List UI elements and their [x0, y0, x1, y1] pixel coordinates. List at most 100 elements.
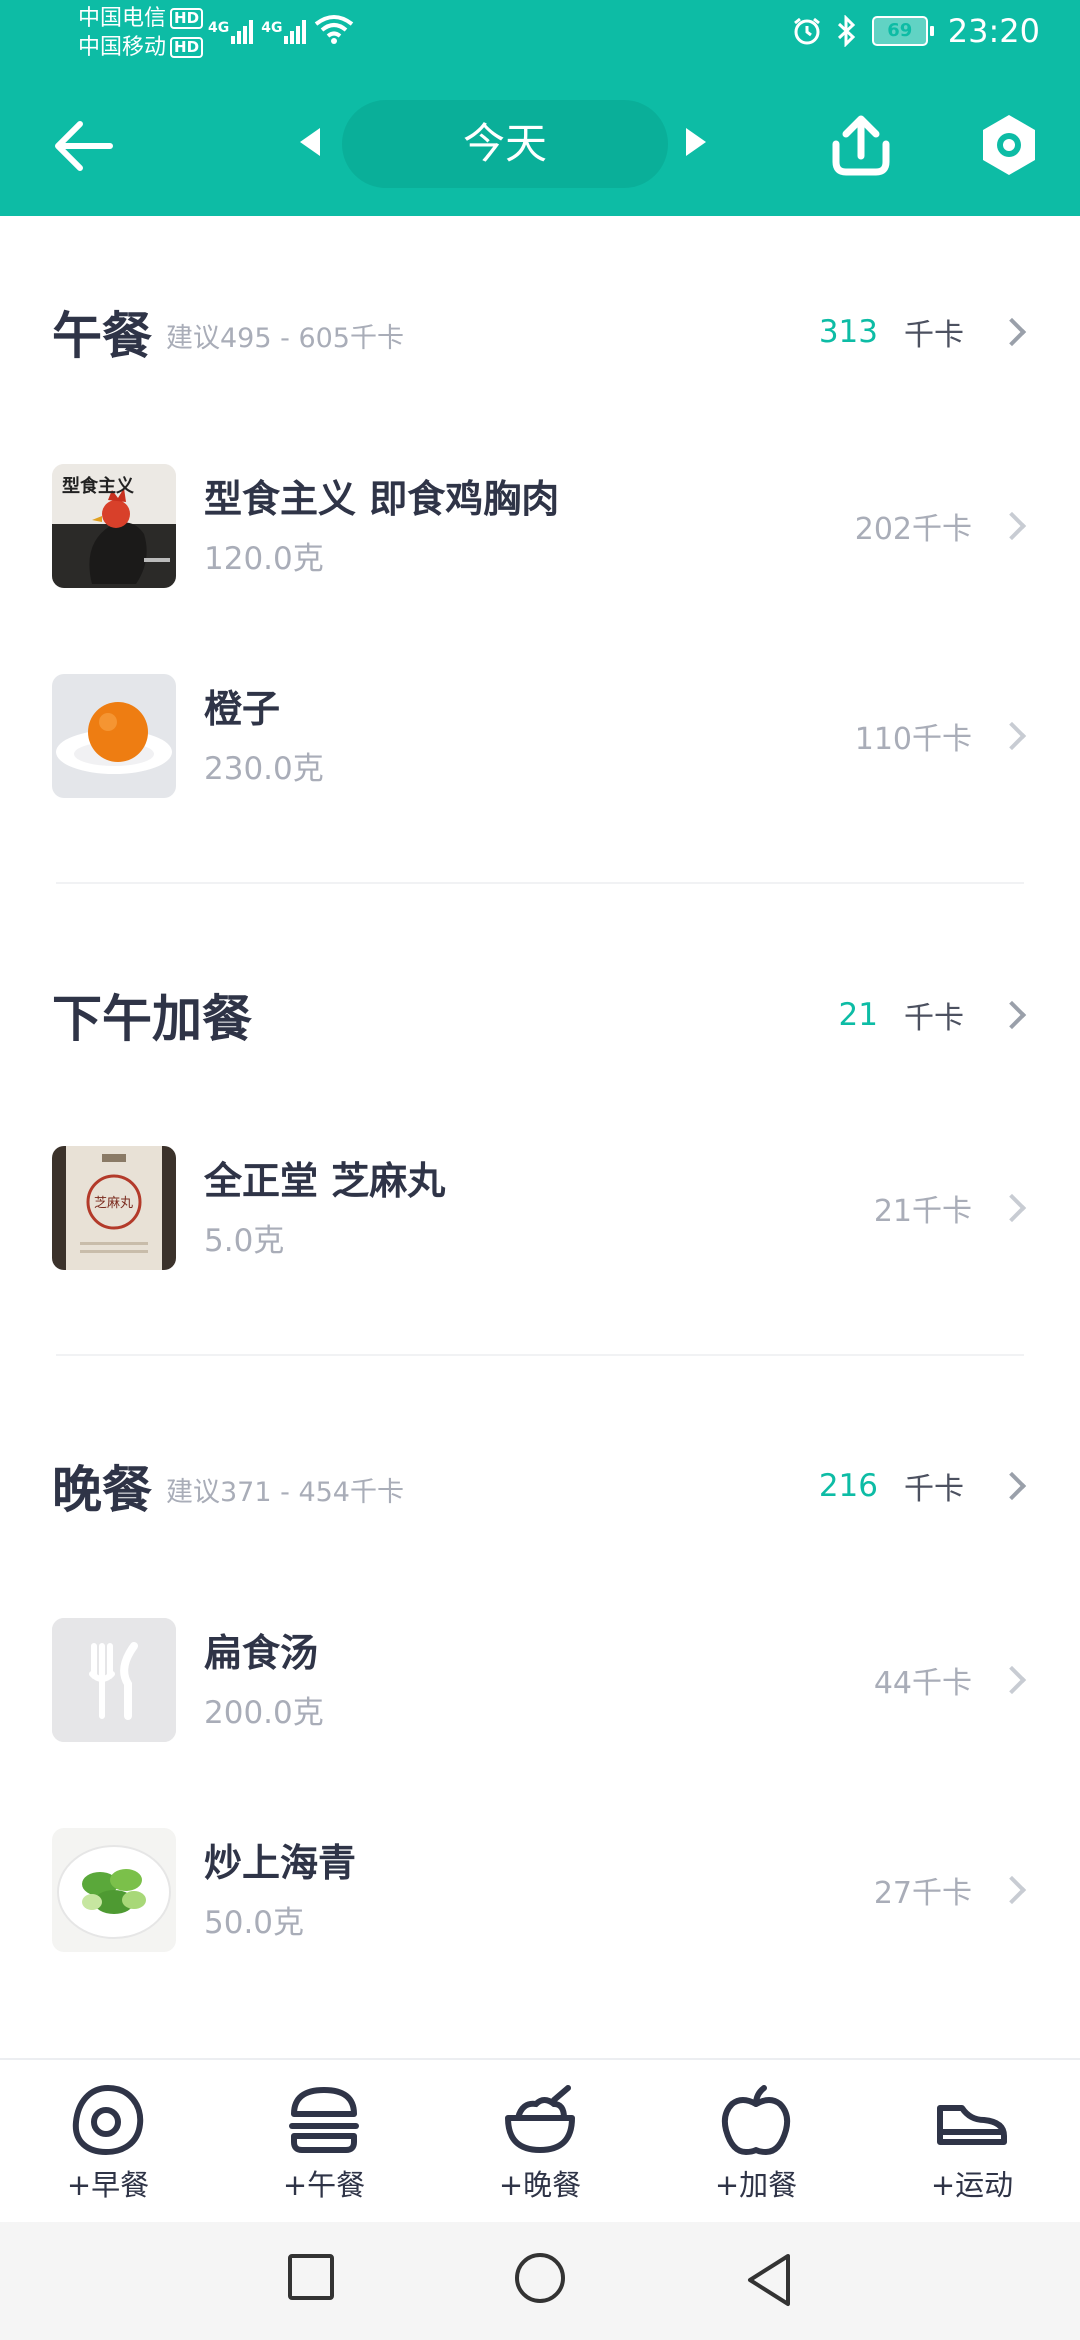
- food-text: 全正堂 芝麻丸 5.0克: [204, 1157, 445, 1260]
- food-amount: 50.0克: [204, 1904, 305, 1941]
- food-text: 炒上海青 50.0克: [204, 1839, 356, 1942]
- back-nav-icon[interactable]: [744, 2252, 794, 2308]
- meal-advice: 建议495 - 605千卡: [166, 322, 404, 354]
- food-kcal-value: 21千卡: [873, 1194, 972, 1229]
- next-day-button[interactable]: [686, 128, 706, 156]
- meal-total-value: 216: [818, 1468, 878, 1504]
- food-thumbnail: [52, 1618, 176, 1742]
- add-snack-button[interactable]: +加餐: [648, 2060, 864, 2224]
- battery-icon: 69: [871, 16, 934, 46]
- chevron-right-icon: [997, 1193, 1027, 1223]
- burger-icon: [289, 2087, 359, 2153]
- action-label: +午餐: [282, 2168, 366, 2202]
- signal-indicators: 4G 4G: [208, 14, 354, 44]
- food-calories: 44千卡: [874, 1658, 1032, 1702]
- add-exercise-button[interactable]: +运动: [864, 2060, 1080, 2224]
- food-amount: 200.0克: [204, 1694, 324, 1731]
- meal-title: 晚餐: [52, 1461, 152, 1519]
- signal-icon: 4G: [208, 20, 254, 44]
- food-name: 全正堂 芝麻丸: [204, 1158, 446, 1203]
- chevron-right-icon: [997, 1000, 1027, 1030]
- meal-total-unit: 千卡: [904, 318, 964, 353]
- add-breakfast-button[interactable]: +早餐: [0, 2060, 216, 2224]
- food-item[interactable]: 扁食汤 200.0克 44千卡: [52, 1616, 1032, 1744]
- previous-day-button[interactable]: [300, 128, 320, 156]
- net-type-2: 4G: [261, 20, 283, 36]
- status-right: 69 23:20: [792, 12, 1040, 50]
- food-text: 橙子 230.0克: [204, 685, 324, 788]
- carrier-info: 中国电信 HD 中国移动 HD: [78, 4, 204, 62]
- meal-total: 21 千卡: [839, 993, 1032, 1037]
- food-item[interactable]: 炒上海青 50.0克 27千卡: [52, 1826, 1032, 1954]
- chevron-right-icon: [997, 1875, 1027, 1905]
- recent-apps-icon[interactable]: [286, 2252, 336, 2302]
- food-name: 型食主义 即食鸡胸肉: [204, 476, 560, 521]
- action-label: +运动: [930, 2168, 1014, 2202]
- apple-icon: [721, 2085, 791, 2155]
- meal-total-value: 21: [838, 997, 878, 1033]
- settings-icon[interactable]: [976, 112, 1042, 178]
- food-kcal-value: 44千卡: [873, 1666, 972, 1701]
- action-label: +早餐: [66, 2168, 150, 2202]
- egg-icon: [72, 2084, 144, 2156]
- food-kcal-value: 202千卡: [854, 512, 972, 547]
- status-bar: 中国电信 HD 中国移动 HD 4G 4G 69 23:20: [0, 0, 1080, 80]
- food-thumbnail: [52, 1828, 176, 1952]
- food-calories: 27千卡: [874, 1868, 1032, 1912]
- food-name: 橙子: [204, 686, 281, 731]
- food-item[interactable]: 橙子 230.0克 110千卡: [52, 672, 1032, 800]
- thumbnail-brand-text: 芝麻丸: [94, 1196, 134, 1211]
- add-lunch-button[interactable]: +午餐: [216, 2060, 432, 2224]
- add-record-bar: +早餐 +午餐 +晚餐 +加餐 +运动: [0, 2058, 1080, 2224]
- food-amount: 230.0克: [204, 750, 324, 787]
- section-header-afternoon-snack[interactable]: 下午加餐 21 千卡: [52, 975, 1032, 1055]
- chevron-right-icon: [997, 317, 1027, 347]
- date-selector[interactable]: 今天: [342, 100, 668, 188]
- food-calories: 202千卡: [855, 504, 1032, 548]
- add-dinner-button[interactable]: +晚餐: [432, 2060, 648, 2224]
- greens-dish-image: [52, 1828, 176, 1952]
- section-header-dinner[interactable]: 晚餐 建议371 - 454千卡 216 千卡: [52, 1446, 1032, 1526]
- food-name: 扁食汤: [204, 1630, 319, 1675]
- chevron-right-icon: [997, 511, 1027, 541]
- rice-bowl-icon: [505, 2085, 575, 2153]
- bluetooth-icon: [837, 15, 855, 47]
- back-arrow-icon[interactable]: [52, 118, 116, 174]
- meal-total-value: 313: [818, 314, 878, 350]
- food-kcal-value: 27千卡: [873, 1876, 972, 1911]
- meal-title: 下午加餐: [52, 990, 252, 1048]
- food-kcal-value: 110千卡: [854, 722, 972, 757]
- share-icon[interactable]: [828, 112, 894, 178]
- hd-badge: HD: [170, 8, 204, 29]
- food-calories: 110千卡: [855, 714, 1032, 758]
- chevron-right-icon: [997, 1665, 1027, 1695]
- food-text: 扁食汤 200.0克: [204, 1629, 324, 1732]
- top-bar: 中国电信 HD 中国移动 HD 4G 4G 69 23:20 今天: [0, 0, 1080, 216]
- carrier-1: 中国电信: [78, 6, 167, 31]
- clock: 23:20: [947, 12, 1040, 50]
- header-nav: 今天: [0, 96, 1080, 196]
- wifi-icon: [315, 15, 354, 44]
- divider: [56, 1354, 1024, 1356]
- food-thumbnail: 芝麻丸: [52, 1146, 176, 1270]
- action-label: +加餐: [714, 2168, 798, 2202]
- food-text: 型食主义 即食鸡胸肉 120.0克: [204, 475, 559, 578]
- action-label: +晚餐: [498, 2168, 582, 2202]
- divider: [56, 882, 1024, 884]
- battery-level: 69: [871, 16, 928, 46]
- meal-total-unit: 千卡: [904, 1001, 964, 1036]
- carrier-2: 中国移动: [78, 35, 167, 60]
- food-thumbnail: 型食主义: [52, 464, 176, 588]
- food-calories: 21千卡: [874, 1186, 1032, 1230]
- hd-badge: HD: [170, 37, 204, 58]
- food-item[interactable]: 芝麻丸 全正堂 芝麻丸 5.0克 21千卡: [52, 1144, 1032, 1272]
- meal-total: 216 千卡: [819, 1464, 1032, 1508]
- meal-total: 313 千卡: [819, 310, 1032, 354]
- thumbnail-brand-text: 型食主义: [62, 476, 134, 497]
- section-header-lunch[interactable]: 午餐 建议495 - 605千卡 313 千卡: [52, 292, 1032, 372]
- food-thumbnail: [52, 674, 176, 798]
- cutlery-placeholder-icon: [52, 1618, 176, 1742]
- food-amount: 5.0克: [204, 1222, 285, 1259]
- food-item[interactable]: 型食主义 型食主义 即食鸡胸肉 120.0克 202千卡: [52, 462, 1032, 590]
- home-icon[interactable]: [512, 2252, 568, 2308]
